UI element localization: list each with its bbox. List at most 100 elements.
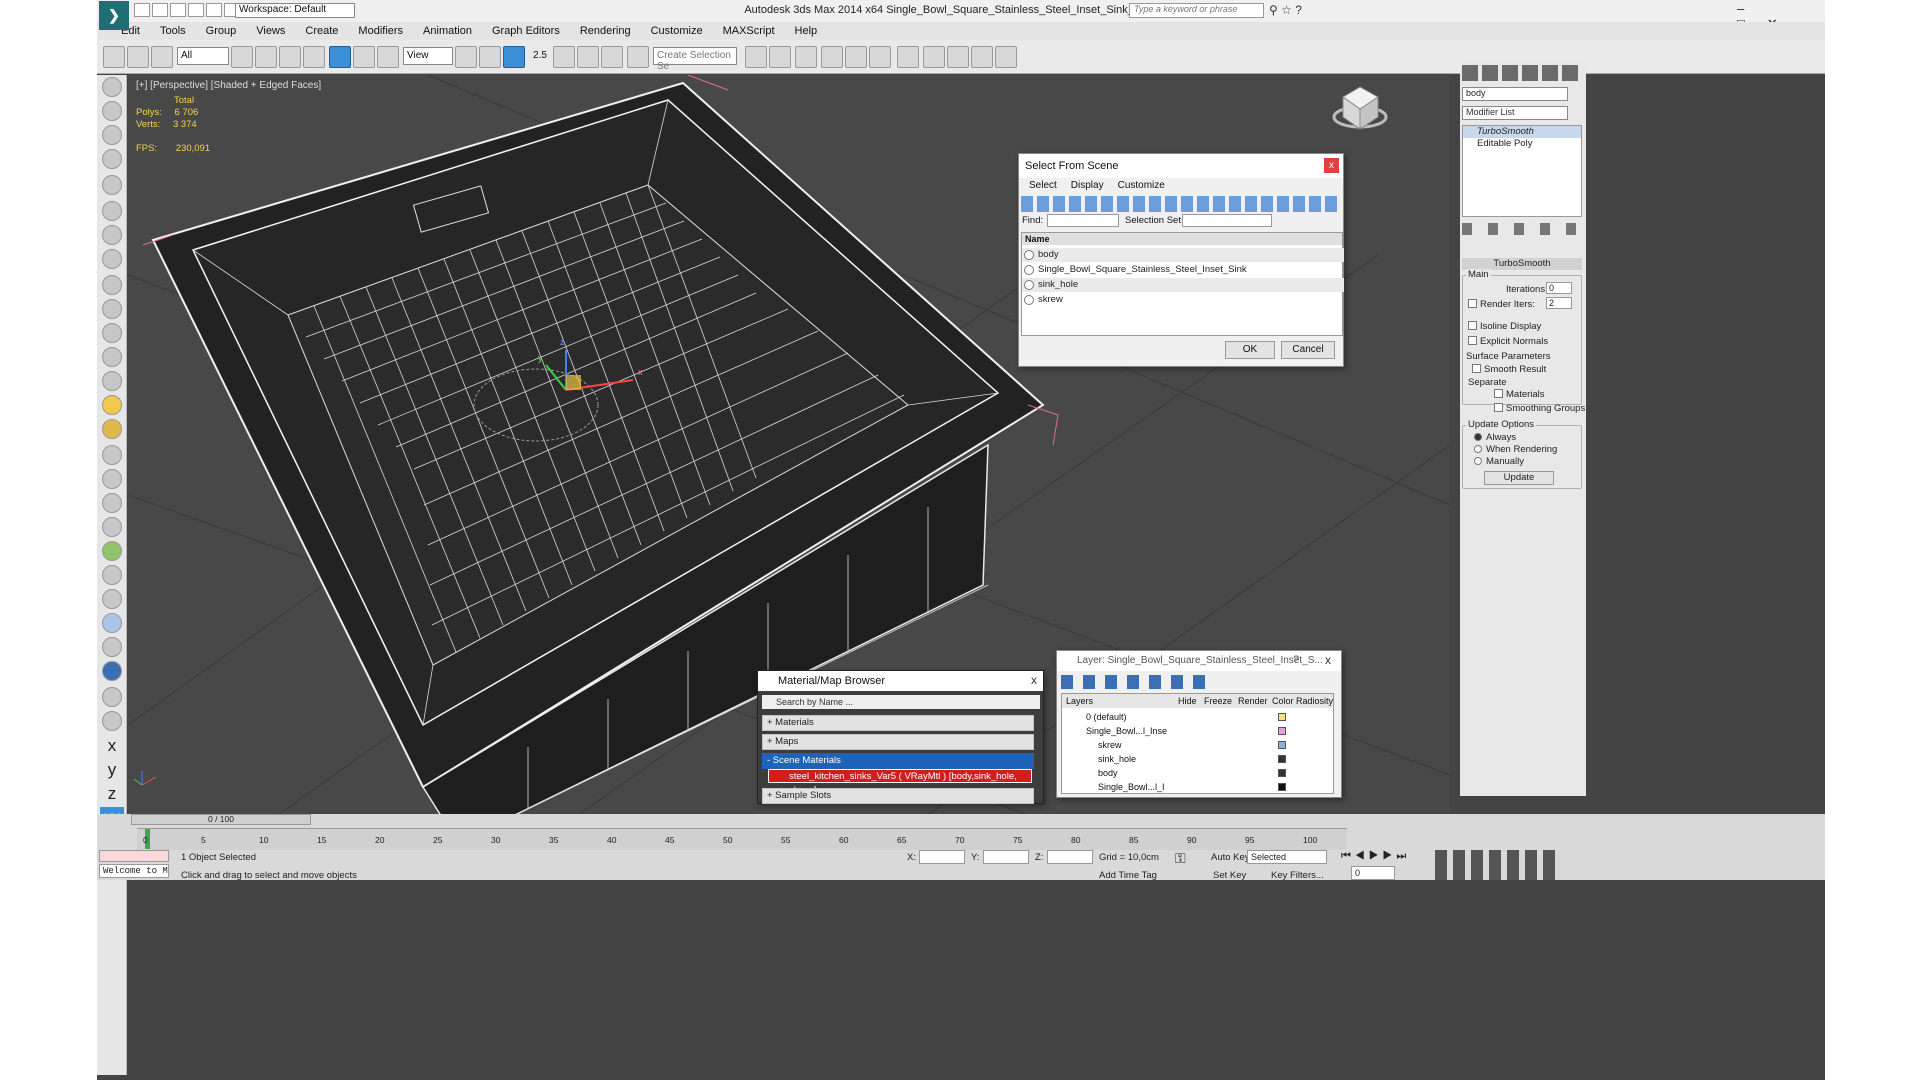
constrain-x-icon[interactable]: x <box>100 735 124 757</box>
material-search-field[interactable]: Search by Name ... <box>762 695 1040 709</box>
menu-create[interactable]: Create <box>305 22 338 40</box>
sphere-primitive-icon[interactable] <box>102 323 122 343</box>
create-tool-icon[interactable] <box>102 77 122 97</box>
link-icon[interactable] <box>103 46 125 68</box>
scene-explorer-icon[interactable] <box>795 46 817 68</box>
maxscript-listener-pink[interactable] <box>99 850 169 862</box>
layer-color-swatch[interactable] <box>1278 769 1286 777</box>
geometry-tool-icon[interactable] <box>102 225 122 245</box>
update-manually-radio[interactable] <box>1474 457 1482 465</box>
select-and-manipulate-icon[interactable] <box>479 46 501 68</box>
window-crossing-icon[interactable] <box>303 46 325 68</box>
select-object-icon[interactable] <box>231 46 253 68</box>
update-when-rendering-radio[interactable] <box>1474 445 1482 453</box>
color-column[interactable]: Color <box>1272 694 1294 708</box>
motion-tool-icon[interactable] <box>102 149 122 169</box>
z-coordinate-field[interactable] <box>1047 850 1093 864</box>
align-icon[interactable] <box>769 46 791 68</box>
menu-help[interactable]: Help <box>795 22 818 40</box>
select-by-name-icon[interactable] <box>255 46 277 68</box>
app-logo[interactable]: ❯ <box>99 1 129 30</box>
globe-tool-icon[interactable] <box>102 613 122 633</box>
update-button[interactable]: Update <box>1484 471 1554 485</box>
layer-close-button[interactable]: x <box>1325 653 1331 667</box>
sfs-toolbar[interactable] <box>1021 196 1341 212</box>
smoothing-groups-checkbox[interactable] <box>1494 403 1503 412</box>
select-and-rotate-icon[interactable] <box>353 46 375 68</box>
particle-tool-icon[interactable] <box>102 445 122 465</box>
menu-graph-editors[interactable]: Graph Editors <box>492 22 560 40</box>
render-iters-spinner[interactable]: 2 <box>1546 297 1572 309</box>
menu-animation[interactable]: Animation <box>423 22 472 40</box>
scene-materials-category[interactable]: - Scene Materials <box>762 753 1034 769</box>
modifier-list-dropdown[interactable]: Modifier List <box>1462 106 1568 120</box>
sun-tool-icon[interactable] <box>102 419 122 439</box>
command-panel-tabs[interactable] <box>1462 65 1582 81</box>
menu-customize[interactable]: Customize <box>651 22 703 40</box>
hair-tool-icon[interactable] <box>102 565 122 585</box>
key-icon[interactable]: ⚿ <box>1175 850 1197 866</box>
hide-column[interactable]: Hide <box>1178 694 1197 708</box>
foliage-tool-icon[interactable] <box>102 541 122 561</box>
constrain-y-icon[interactable]: y <box>100 759 124 781</box>
explicit-normals-checkbox[interactable] <box>1468 336 1477 345</box>
render-column[interactable]: Render <box>1238 694 1268 708</box>
menu-maxscript[interactable]: MAXScript <box>723 22 775 40</box>
layer-manager-icon[interactable] <box>821 46 843 68</box>
space-warp-icon[interactable] <box>102 517 122 537</box>
iterations-spinner[interactable]: 0 <box>1546 282 1572 294</box>
separate-materials-checkbox[interactable] <box>1494 389 1503 398</box>
cylinder-primitive-icon[interactable] <box>102 299 122 319</box>
isoline-display-checkbox[interactable] <box>1468 321 1477 330</box>
maxscript-listener[interactable]: Welcome to M <box>99 864 169 878</box>
constrain-z-icon[interactable]: z <box>100 783 124 805</box>
select-from-scene-close-button[interactable]: x <box>1324 158 1339 173</box>
snap-toggle-icon[interactable]: 2.5 <box>529 46 551 68</box>
unlink-icon[interactable] <box>127 46 149 68</box>
schematic-view-icon[interactable] <box>897 46 919 68</box>
display-tool-icon[interactable] <box>102 175 122 195</box>
light-tool-icon[interactable] <box>102 395 122 415</box>
menu-group[interactable]: Group <box>206 22 237 40</box>
list-item[interactable]: skrew <box>1022 293 1344 307</box>
cone-primitive-icon[interactable] <box>102 371 122 391</box>
stack-toolbar[interactable] <box>1462 223 1582 235</box>
cancel-button[interactable]: Cancel <box>1281 341 1335 359</box>
layer-toolbar[interactable] <box>1061 675 1211 689</box>
sfs-name-column-header[interactable]: Name <box>1022 233 1342 245</box>
time-slider[interactable]: 0 / 100 <box>131 814 311 825</box>
environment-tool-icon[interactable] <box>102 661 122 681</box>
menu-modifiers[interactable]: Modifiers <box>358 22 403 40</box>
playback-controls[interactable]: ⏮◀▶▶⏭ <box>1341 850 1431 864</box>
sfs-menu-select[interactable]: Select <box>1029 180 1057 191</box>
cloth-tool-icon[interactable] <box>102 589 122 609</box>
object-name-field[interactable]: body <box>1462 87 1568 101</box>
help-circle-icon[interactable] <box>102 711 122 731</box>
sample-slots-category[interactable]: + Sample Slots <box>762 788 1034 804</box>
hierarchy-tool-icon[interactable] <box>102 125 122 145</box>
x-coordinate-field[interactable] <box>919 850 965 864</box>
helper-tool-icon[interactable] <box>102 469 122 489</box>
rectangular-selection-icon[interactable] <box>279 46 301 68</box>
menu-rendering[interactable]: Rendering <box>580 22 631 40</box>
materials-category[interactable]: + Materials <box>762 715 1034 731</box>
measure-tool-icon[interactable] <box>102 687 122 707</box>
table-row[interactable]: Single_Bowl...l_I <box>1066 780 1333 794</box>
graphite-tools-icon[interactable] <box>845 46 867 68</box>
sfs-menu-customize[interactable]: Customize <box>1118 180 1165 191</box>
material-entry[interactable]: steel_kitchen_sinks_Var5 ( VRayMtl ) [bo… <box>768 769 1032 796</box>
modify-tool-icon[interactable] <box>102 101 122 121</box>
keyboard-shortcut-toggle-icon[interactable] <box>503 46 525 68</box>
utilities-tool-icon[interactable] <box>102 201 122 221</box>
list-item[interactable]: sink_hole <box>1022 278 1344 292</box>
teapot-primitive-icon[interactable] <box>102 347 122 367</box>
select-and-move-icon[interactable] <box>329 46 351 68</box>
menu-views[interactable]: Views <box>256 22 285 40</box>
angle-snap-icon[interactable] <box>553 46 575 68</box>
stack-item-turbosmooth[interactable]: TurboSmooth <box>1463 126 1581 138</box>
layer-color-swatch[interactable] <box>1278 783 1286 791</box>
current-frame-field[interactable]: 0 <box>1351 866 1395 880</box>
sfs-find-input[interactable] <box>1047 214 1119 227</box>
render-setup-icon[interactable] <box>947 46 969 68</box>
layers-column[interactable]: Layers <box>1066 694 1093 708</box>
